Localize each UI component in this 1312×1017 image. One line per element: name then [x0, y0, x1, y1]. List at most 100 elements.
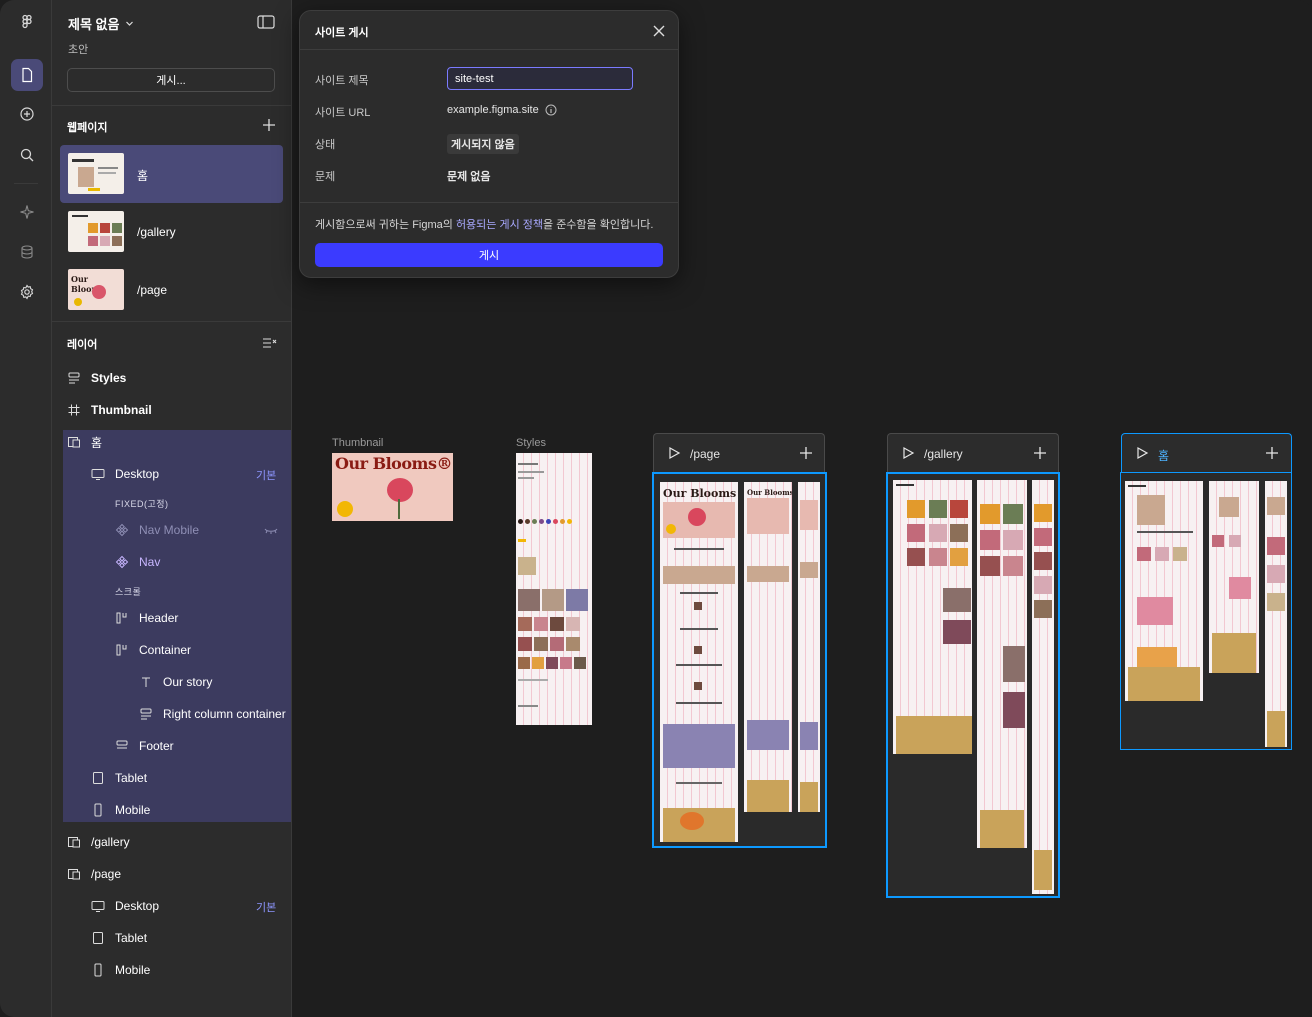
- layer-home[interactable]: 홈: [67, 430, 102, 454]
- styles-frame[interactable]: [516, 453, 592, 725]
- layer-thumbnail[interactable]: Thumbnail: [67, 398, 152, 422]
- layer-label: Styles: [91, 371, 127, 385]
- play-icon[interactable]: [1135, 446, 1149, 460]
- status-badge: 게시되지 않음: [447, 134, 519, 154]
- file-icon[interactable]: [11, 59, 43, 91]
- dialog-divider: [300, 49, 678, 50]
- webpage-icon: [67, 435, 81, 449]
- file-title-text: 제목 없음: [68, 17, 120, 32]
- layer-label: /page: [91, 867, 122, 881]
- page-desktop-preview: Our Blooms: [660, 482, 738, 842]
- layer-desktop[interactable]: Desktop: [91, 462, 159, 486]
- chevron-down-icon: [126, 21, 134, 26]
- layer-page-tablet[interactable]: Tablet: [91, 926, 147, 950]
- page-row-home[interactable]: 홈: [60, 145, 283, 203]
- site-url: example.figma.site: [447, 104, 557, 116]
- policy-link[interactable]: 허용되는 게시 정책: [456, 219, 543, 231]
- database-icon[interactable]: [11, 236, 43, 268]
- site-url-label: 사이트 URL: [315, 107, 371, 119]
- home-mobile-preview: [1265, 481, 1287, 747]
- layer-nav-mobile[interactable]: Nav Mobile: [115, 518, 199, 542]
- page-row-gallery[interactable]: /gallery: [60, 203, 283, 261]
- gallery-desktop-preview: [893, 480, 972, 754]
- layer-tablet[interactable]: Tablet: [91, 766, 147, 790]
- layer-label: Tablet: [115, 931, 148, 945]
- figma-logo-icon[interactable]: [11, 6, 43, 38]
- add-breakpoint-icon[interactable]: [799, 446, 813, 460]
- layer-header[interactable]: Header: [115, 606, 178, 630]
- info-icon[interactable]: [545, 104, 557, 116]
- layer-nav[interactable]: Nav: [115, 550, 160, 574]
- add-breakpoint-icon[interactable]: [1265, 446, 1279, 460]
- layer-page-desktop[interactable]: Desktop: [91, 894, 159, 918]
- publish-button[interactable]: 게시...: [67, 68, 275, 92]
- webpage-icon: [67, 867, 81, 881]
- gallery-frame-header[interactable]: /gallery: [887, 433, 1059, 473]
- frame-label: /page: [690, 447, 721, 461]
- close-icon[interactable]: [652, 24, 666, 38]
- layer-label: Nav Mobile: [139, 523, 200, 537]
- status-label: 상태: [315, 139, 336, 151]
- tool-rail: [0, 0, 52, 1017]
- layer-label: Mobile: [115, 963, 151, 977]
- thumbnail-title: Our Blooms®: [335, 454, 452, 473]
- ai-sparkle-icon[interactable]: [11, 196, 43, 228]
- frame-hash-icon: [67, 403, 81, 417]
- layer-page-mobile[interactable]: Mobile: [91, 958, 150, 982]
- home-frame[interactable]: [1120, 472, 1292, 750]
- issues-label: 문제: [315, 171, 336, 183]
- page-row-page[interactable]: Our Blooms /page: [60, 261, 283, 319]
- styles-frame-label[interactable]: Styles: [516, 437, 546, 449]
- thumbnail-frame-label[interactable]: Thumbnail: [332, 437, 383, 449]
- collapse-layers-icon[interactable]: [261, 335, 277, 351]
- badge-icon: [337, 501, 353, 517]
- gallery-frame[interactable]: [886, 472, 1060, 898]
- layer-label: Header: [139, 611, 179, 625]
- page-label: /page: [137, 283, 168, 297]
- fixed-section-caption: FIXED(고정): [115, 499, 169, 509]
- frame-label: /gallery: [924, 447, 963, 461]
- confirm-publish-button[interactable]: 게시: [315, 243, 663, 267]
- layer-styles[interactable]: Styles: [67, 366, 126, 390]
- stack-icon: [115, 739, 129, 753]
- thumbnail-frame[interactable]: Our Blooms®: [332, 453, 453, 521]
- hidden-eye-icon[interactable]: [264, 524, 278, 536]
- play-icon[interactable]: [667, 446, 681, 460]
- add-breakpoint-icon[interactable]: [1033, 446, 1047, 460]
- page-frame[interactable]: Our Blooms Our Blooms: [652, 472, 827, 848]
- flower-stem: [398, 499, 400, 519]
- sidebar-toggle-icon[interactable]: [257, 14, 275, 30]
- layer-label: Mobile: [115, 803, 151, 817]
- home-frame-header[interactable]: 홈: [1121, 433, 1292, 473]
- layer-footer[interactable]: Footer: [115, 734, 174, 758]
- issues-value: 문제 없음: [447, 171, 491, 183]
- layer-container[interactable]: Container: [115, 638, 191, 662]
- site-title-input[interactable]: site-test: [447, 67, 633, 90]
- file-title[interactable]: 제목 없음: [68, 14, 134, 33]
- layer-mobile[interactable]: Mobile: [91, 798, 150, 822]
- webpages-heading: 웹페이지: [67, 122, 108, 134]
- layer-page[interactable]: /page: [67, 862, 121, 886]
- search-icon[interactable]: [11, 139, 43, 171]
- auto-layout-icon: [115, 643, 129, 657]
- layer-right-column-container[interactable]: Right column container: [139, 702, 286, 726]
- layer-gallery[interactable]: /gallery: [67, 830, 130, 854]
- layer-our-story[interactable]: Our story: [139, 670, 212, 694]
- home-tablet-preview: [1209, 481, 1259, 673]
- add-circle-icon[interactable]: [11, 98, 43, 130]
- figma-sites-window: 제목 없음 초안 게시... 웹페이지 홈 /gallery Our Bloom…: [0, 0, 1312, 1017]
- add-page-icon[interactable]: [261, 117, 277, 133]
- play-icon[interactable]: [901, 446, 915, 460]
- layer-label: Our story: [163, 675, 213, 689]
- page-tablet-preview: Our Blooms: [744, 482, 792, 812]
- page-frame-header[interactable]: /page: [653, 433, 825, 473]
- layer-label: Nav: [139, 555, 161, 569]
- settings-icon[interactable]: [11, 276, 43, 308]
- layer-label: /gallery: [91, 835, 130, 849]
- layer-label: Right column container: [163, 707, 286, 721]
- default-breakpoint-tag: 기본: [256, 470, 277, 482]
- default-breakpoint-tag: 기본: [256, 902, 277, 914]
- site-url-value: example.figma.site: [447, 104, 539, 116]
- component-icon: [115, 523, 129, 537]
- page-mobile-preview: [798, 482, 820, 812]
